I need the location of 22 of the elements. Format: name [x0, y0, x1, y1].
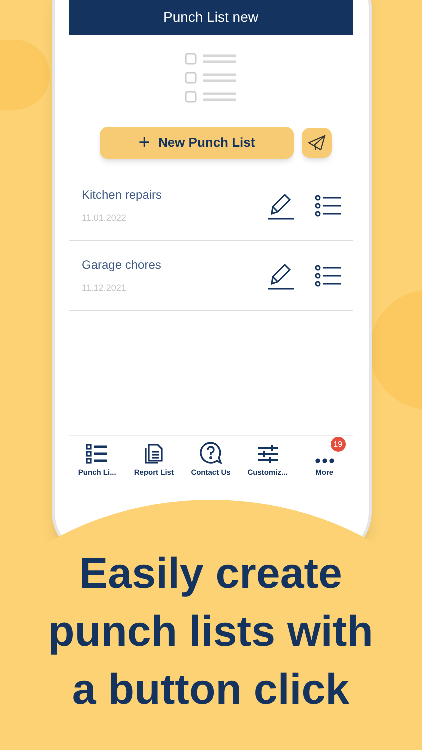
- list-icon: [86, 444, 108, 464]
- help-bubble-icon: [200, 442, 222, 464]
- notification-badge: 19: [330, 437, 346, 452]
- pencil-icon[interactable]: [267, 192, 295, 220]
- list-name: Kitchen repairs: [82, 186, 164, 204]
- new-punch-list-button[interactable]: + New Punch List: [100, 127, 294, 159]
- list-icon[interactable]: [315, 194, 341, 216]
- punch-list-row[interactable]: Garage chores 11.12.2021: [69, 241, 353, 311]
- send-button[interactable]: [302, 128, 332, 158]
- list-date: 11.12.2021: [82, 282, 128, 295]
- list-date: 11.01.2022: [82, 212, 128, 225]
- paper-plane-icon: [308, 135, 326, 151]
- title-bar: Punch List new: [69, 0, 353, 35]
- sliders-icon: [256, 444, 279, 464]
- list-name: Garage chores: [82, 256, 162, 274]
- plus-icon: +: [138, 133, 150, 153]
- list-icon[interactable]: [315, 264, 341, 286]
- more-icon: [314, 458, 335, 464]
- punch-list-row[interactable]: Kitchen repairs 11.01.2022: [69, 171, 353, 241]
- document-icon: [145, 444, 164, 464]
- pencil-icon[interactable]: [267, 262, 295, 290]
- headline: Easily create punch lists with a button click: [48, 549, 374, 716]
